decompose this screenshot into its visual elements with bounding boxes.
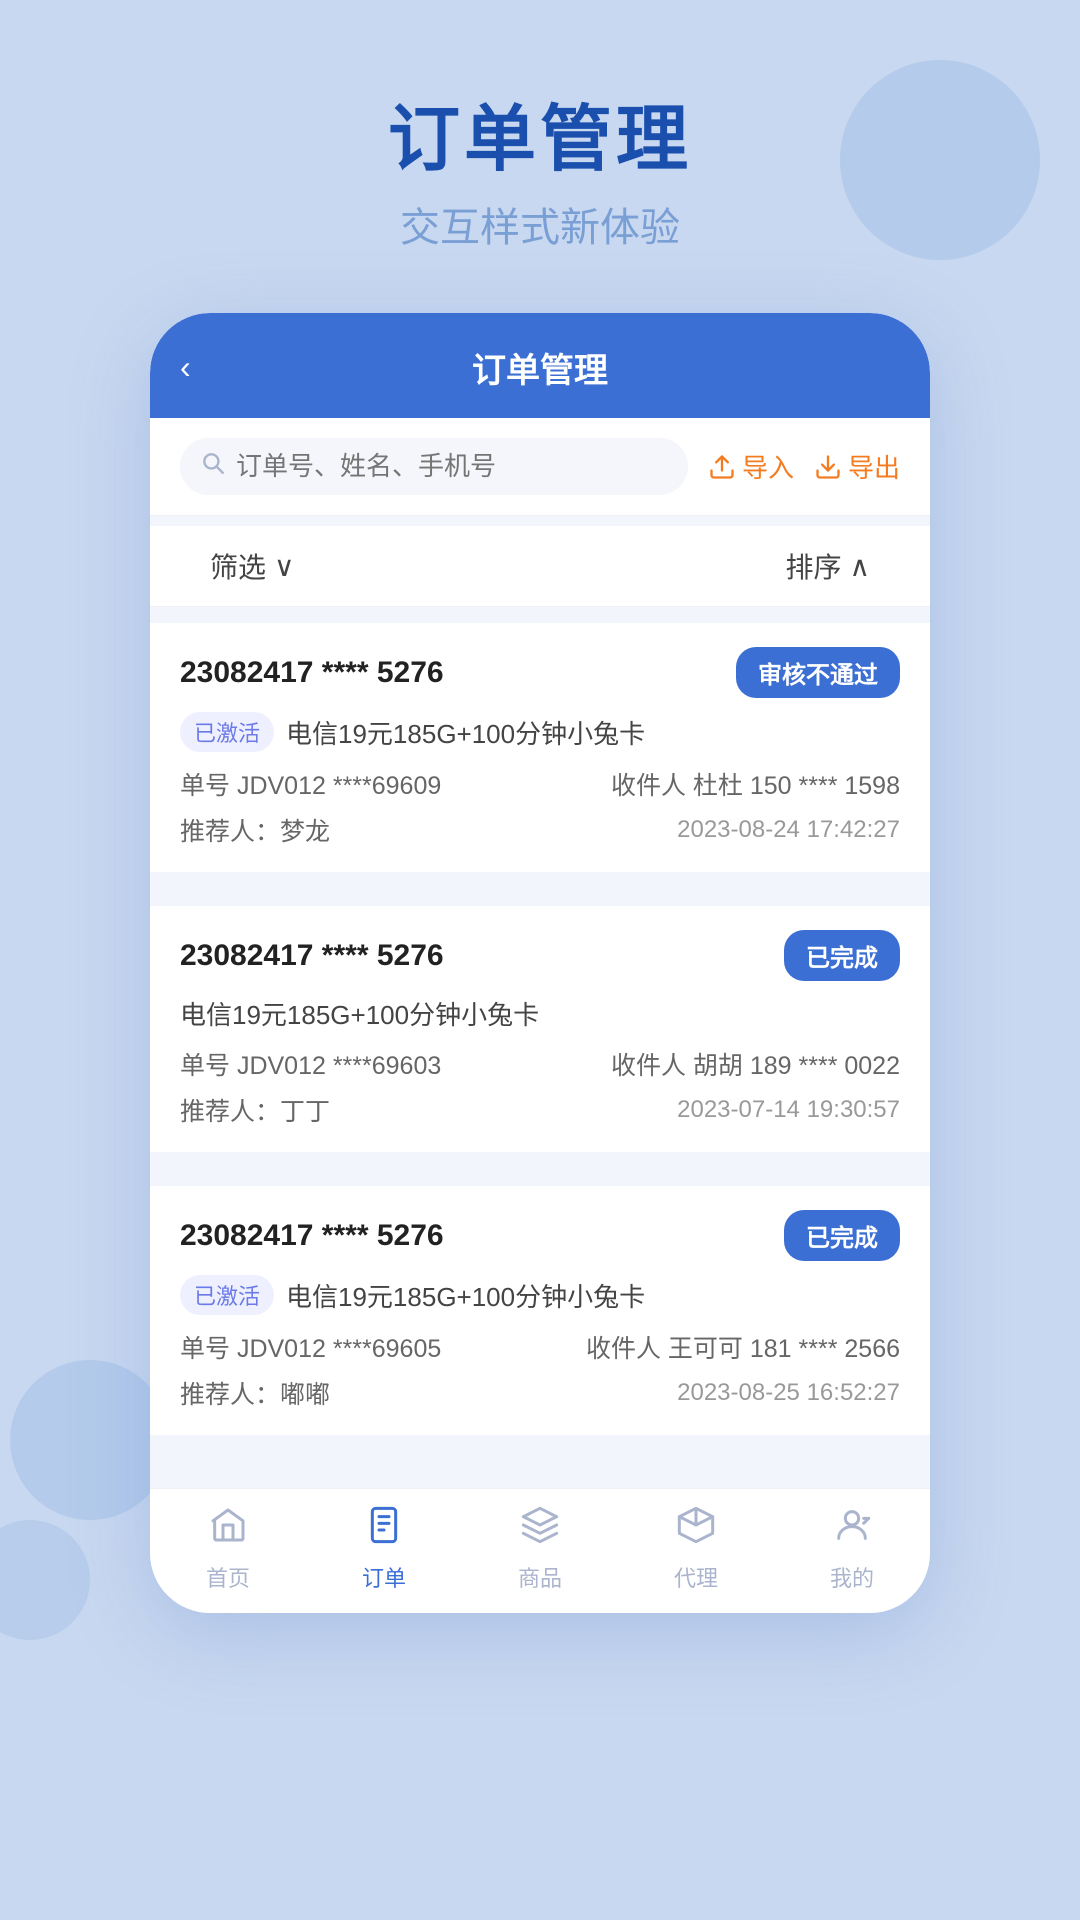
trade-no: 单号 JDV012 ****69603 <box>180 1046 441 1082</box>
order-card[interactable]: 23082417 **** 5276 已完成 电信19元185G+100分钟小兔… <box>150 906 930 1152</box>
page-title: 订单管理 <box>472 343 608 392</box>
search-input-wrap <box>180 438 688 495</box>
timestamp: 2023-08-25 16:52:27 <box>677 1379 900 1407</box>
product-nav-label: 商品 <box>518 1561 562 1593</box>
mine-nav-icon <box>832 1505 872 1555</box>
chevron-down-icon: ∨ <box>274 550 295 583</box>
product-name: 电信19元185G+100分钟小兔卡 <box>286 714 645 751</box>
product-line: 已激活 电信19元185G+100分钟小兔卡 <box>180 712 900 752</box>
order-card-header: 23082417 **** 5276 已完成 <box>180 1210 900 1261</box>
bg-circle-top-right <box>840 60 1040 260</box>
chevron-up-icon: ∧ <box>850 550 871 583</box>
phone-top-bar: ‹ 订单管理 <box>150 313 930 418</box>
nav-item-order[interactable]: 订单 <box>362 1505 406 1593</box>
nav-item-agent[interactable]: 代理 <box>674 1505 718 1593</box>
order-nav-icon <box>364 1505 404 1555</box>
order-detail-row: 单号 JDV012 ****69609 收件人 杜杜 150 **** 1598 <box>180 766 900 802</box>
order-list: 23082417 **** 5276 审核不通过 已激活 电信19元185G+1… <box>150 607 930 1488</box>
status-badge: 已完成 <box>784 1210 900 1261</box>
home-nav-icon <box>208 1505 248 1555</box>
mine-nav-label: 我的 <box>830 1561 874 1593</box>
recipient: 收件人 杜杜 150 **** 1598 <box>611 766 900 802</box>
order-card-header: 23082417 **** 5276 审核不通过 <box>180 647 900 698</box>
sub-title: 交互样式新体验 <box>388 195 692 253</box>
recommender: 推荐人：梦龙 <box>180 812 330 848</box>
recommend-row: 推荐人：丁丁 2023-07-14 19:30:57 <box>180 1092 900 1128</box>
agent-nav-icon <box>676 1505 716 1555</box>
timestamp: 2023-08-24 17:42:27 <box>677 816 900 844</box>
search-input[interactable] <box>236 451 668 482</box>
home-nav-label: 首页 <box>206 1561 250 1593</box>
bottom-nav: 首页 订单 商品 代理 我的 <box>150 1488 930 1613</box>
nav-item-product[interactable]: 商品 <box>518 1505 562 1593</box>
order-number: 23082417 **** 5276 <box>180 1219 444 1253</box>
phone-mockup: ‹ 订单管理 导入 <box>150 313 930 1613</box>
back-button[interactable]: ‹ <box>180 349 191 386</box>
main-title: 订单管理 <box>388 80 692 185</box>
recommender: 推荐人：嘟嘟 <box>180 1375 330 1411</box>
search-area: 导入 导出 <box>150 418 930 516</box>
order-detail-row: 单号 JDV012 ****69605 收件人 王可可 181 **** 256… <box>180 1329 900 1365</box>
header-area: 订单管理 交互样式新体验 <box>388 80 692 253</box>
filter-sort-bar: 筛选 ∨ 排序 ∧ <box>150 526 930 607</box>
recommender: 推荐人：丁丁 <box>180 1092 330 1128</box>
order-card-header: 23082417 **** 5276 已完成 <box>180 930 900 981</box>
recipient: 收件人 胡胡 189 **** 0022 <box>611 1046 900 1082</box>
product-line: 电信19元185G+100分钟小兔卡 <box>180 995 900 1032</box>
agent-nav-label: 代理 <box>674 1561 718 1593</box>
bg-circle-bottom-left <box>10 1360 170 1520</box>
order-card[interactable]: 23082417 **** 5276 已完成 已激活 电信19元185G+100… <box>150 1186 930 1435</box>
product-name: 电信19元185G+100分钟小兔卡 <box>180 995 539 1032</box>
trade-no: 单号 JDV012 ****69605 <box>180 1329 441 1365</box>
activated-tag: 已激活 <box>180 712 274 752</box>
card-divider <box>150 884 930 894</box>
status-badge: 审核不通过 <box>736 647 900 698</box>
order-nav-label: 订单 <box>362 1561 406 1593</box>
product-name: 电信19元185G+100分钟小兔卡 <box>286 1277 645 1314</box>
filter-button[interactable]: 筛选 ∨ <box>210 546 295 586</box>
card-divider <box>150 1164 930 1174</box>
nav-item-mine[interactable]: 我的 <box>830 1505 874 1593</box>
order-number: 23082417 **** 5276 <box>180 939 444 973</box>
search-icon <box>200 450 226 483</box>
bg-circle-bottom-left2 <box>0 1520 90 1640</box>
order-card[interactable]: 23082417 **** 5276 审核不通过 已激活 电信19元185G+1… <box>150 623 930 872</box>
activated-tag: 已激活 <box>180 1275 274 1315</box>
product-line: 已激活 电信19元185G+100分钟小兔卡 <box>180 1275 900 1315</box>
trade-no: 单号 JDV012 ****69609 <box>180 766 441 802</box>
product-nav-icon <box>520 1505 560 1555</box>
export-button[interactable]: 导出 <box>814 448 900 485</box>
status-badge: 已完成 <box>784 930 900 981</box>
recipient: 收件人 王可可 181 **** 2566 <box>586 1329 900 1365</box>
sort-button[interactable]: 排序 ∧ <box>785 546 870 586</box>
recommend-row: 推荐人：梦龙 2023-08-24 17:42:27 <box>180 812 900 848</box>
timestamp: 2023-07-14 19:30:57 <box>677 1096 900 1124</box>
nav-item-home[interactable]: 首页 <box>206 1505 250 1593</box>
recommend-row: 推荐人：嘟嘟 2023-08-25 16:52:27 <box>180 1375 900 1411</box>
import-button[interactable]: 导入 <box>708 448 794 485</box>
order-detail-row: 单号 JDV012 ****69603 收件人 胡胡 189 **** 0022 <box>180 1046 900 1082</box>
content-area: 导入 导出 筛选 ∨ 排序 ∧ <box>150 418 930 1488</box>
order-number: 23082417 **** 5276 <box>180 656 444 690</box>
